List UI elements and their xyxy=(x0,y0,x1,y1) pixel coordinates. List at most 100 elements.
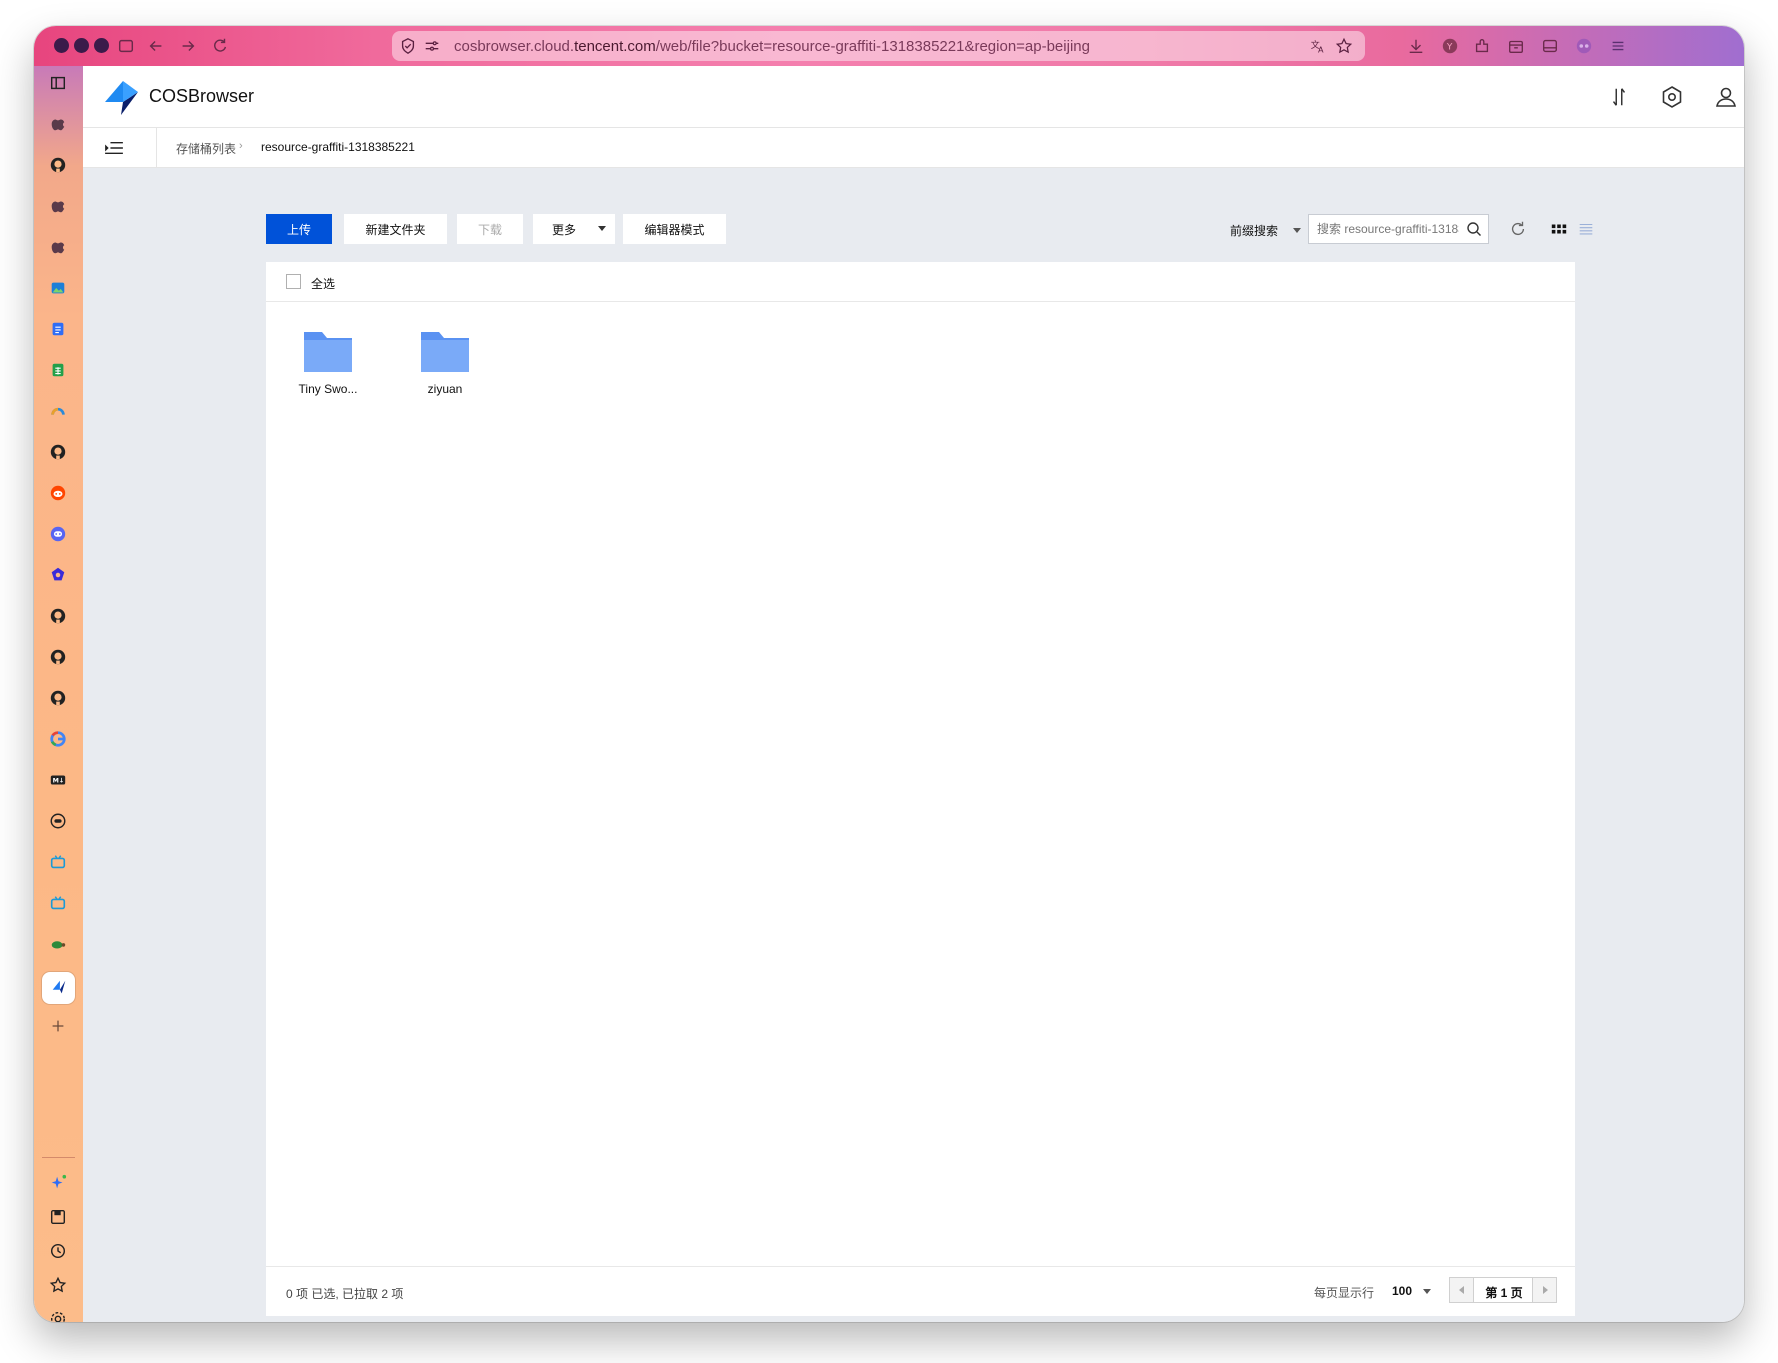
forward-icon[interactable] xyxy=(178,36,198,56)
app-header: COSBrowser xyxy=(83,66,1744,128)
profile-badge-icon[interactable]: Y xyxy=(1440,36,1460,56)
downloads-icon[interactable] xyxy=(1406,36,1426,56)
panel-header: 全选 xyxy=(266,262,1575,302)
caret-left-icon xyxy=(1458,1286,1464,1294)
site-settings-icon[interactable] xyxy=(422,36,442,56)
close-window-button[interactable] xyxy=(54,38,69,53)
page-indicator: 第 1 页 xyxy=(1485,1286,1523,1300)
svg-text:A: A xyxy=(1318,44,1324,54)
star-icon[interactable] xyxy=(48,1275,68,1295)
menu-toggle-icon[interactable] xyxy=(101,136,127,160)
transfer-icon[interactable] xyxy=(1604,82,1634,112)
refresh-icon[interactable] xyxy=(1508,219,1528,239)
reload-icon[interactable] xyxy=(210,36,230,56)
panel-icon[interactable] xyxy=(1540,36,1560,56)
app-icon[interactable] xyxy=(48,565,68,585)
caret-down-icon xyxy=(598,226,606,231)
new-folder-button[interactable]: 新建文件夹 xyxy=(344,214,447,244)
more-label: 更多 xyxy=(552,222,577,237)
turtle-icon[interactable] xyxy=(48,934,68,954)
browser-sidebar: M↓ xyxy=(34,66,83,1322)
extensions-icon[interactable] xyxy=(1472,36,1492,56)
more-dropdown[interactable]: 更多 xyxy=(533,214,615,244)
list-view-icon[interactable] xyxy=(1576,219,1596,239)
search-input[interactable] xyxy=(1309,215,1459,243)
dock-separator xyxy=(42,1157,75,1158)
breadcrumb-current-bucket: resource-graffiti-1318385221 xyxy=(261,140,415,154)
next-page-button[interactable] xyxy=(1532,1278,1556,1302)
cosbrowser-icon[interactable] xyxy=(42,972,75,1004)
apple-icon[interactable] xyxy=(48,114,68,134)
bilibili-icon[interactable] xyxy=(48,852,68,872)
back-icon[interactable] xyxy=(146,36,166,56)
grid-view-icon[interactable] xyxy=(1549,219,1569,239)
doc-icon[interactable] xyxy=(48,319,68,339)
upload-button[interactable]: 上传 xyxy=(266,214,332,244)
google-icon[interactable] xyxy=(48,729,68,749)
apple-icon[interactable] xyxy=(48,196,68,216)
shield-icon[interactable] xyxy=(398,36,418,56)
markdown-icon[interactable]: M↓ xyxy=(48,770,68,790)
address-bar[interactable]: cosbrowser.cloud.tencent.com/web/file?bu… xyxy=(392,31,1365,61)
menu-icon[interactable] xyxy=(1608,36,1628,56)
game-icon[interactable] xyxy=(48,811,68,831)
user-icon[interactable] xyxy=(1711,82,1741,112)
brand-name: COSBrowser xyxy=(149,86,255,106)
github-icon[interactable] xyxy=(48,688,68,708)
tab-overview-icon[interactable] xyxy=(116,36,136,56)
caret-right-icon xyxy=(1542,1286,1548,1294)
breadcrumb-bar: 存储桶列表 › resource-graffiti-1318385221 xyxy=(83,128,1744,168)
bilibili-icon[interactable] xyxy=(48,893,68,913)
per-page-select[interactable]: 100 xyxy=(1392,1284,1412,1298)
reddit-icon[interactable] xyxy=(48,483,68,503)
search-mode-select[interactable]: 前缀搜索 xyxy=(1230,222,1278,239)
archive-icon[interactable] xyxy=(1506,36,1526,56)
settings-icon[interactable] xyxy=(48,1309,68,1322)
chevron-right-icon: › xyxy=(239,140,243,152)
per-page-label: 每页显示行 xyxy=(1314,1286,1375,1300)
discord-icon[interactable] xyxy=(48,524,68,544)
prev-page-button[interactable] xyxy=(1450,1278,1474,1302)
browser-toolbar: cosbrowser.cloud.tencent.com/web/file?bu… xyxy=(34,26,1744,66)
image-icon[interactable] xyxy=(48,278,68,298)
search-box[interactable] xyxy=(1308,214,1489,244)
github-icon[interactable] xyxy=(48,606,68,626)
panel-footer: 0 项 已选, 已拉取 2 项 每页显示行 100 第 1 页 xyxy=(266,1266,1575,1316)
apple-icon[interactable] xyxy=(48,237,68,257)
svg-text:M↓: M↓ xyxy=(53,778,65,785)
zoom-window-button[interactable] xyxy=(94,38,109,53)
caret-down-icon[interactable] xyxy=(1293,228,1301,233)
browser-window: cosbrowser.cloud.tencent.com/web/file?bu… xyxy=(34,26,1744,1322)
sparkle-icon[interactable] xyxy=(48,1173,68,1193)
github-icon[interactable] xyxy=(48,647,68,667)
github-icon[interactable] xyxy=(48,155,68,175)
sidebar-toggle-icon[interactable] xyxy=(48,73,68,93)
select-all-label: 全选 xyxy=(311,277,336,291)
pagination: 第 1 页 xyxy=(1449,1277,1557,1303)
search-icon[interactable] xyxy=(1466,221,1482,237)
folder-item[interactable]: Tiny Swo... xyxy=(278,328,378,408)
download-button[interactable]: 下载 xyxy=(457,214,523,244)
save-icon[interactable] xyxy=(48,1207,68,1227)
minimize-window-button[interactable] xyxy=(74,38,89,53)
folder-name: ziyuan xyxy=(427,382,463,396)
arc-icon[interactable] xyxy=(48,401,68,421)
history-icon[interactable] xyxy=(48,1241,68,1261)
file-panel: 全选 Tiny Swo... ziyuan 0 项 已选, 已拉取 2 项 每页… xyxy=(266,262,1575,1316)
editor-mode-button[interactable]: 编辑器模式 xyxy=(623,214,726,244)
breadcrumb-bucket-list[interactable]: 存储桶列表 xyxy=(176,140,236,157)
sheet-icon[interactable] xyxy=(48,360,68,380)
folder-name: Tiny Swo... xyxy=(298,382,358,396)
caret-down-icon[interactable] xyxy=(1423,1289,1431,1294)
cosbrowser-logo xyxy=(105,81,138,115)
mask-icon[interactable] xyxy=(1574,36,1594,56)
settings-icon[interactable] xyxy=(1657,82,1687,112)
translate-icon[interactable]: 文A xyxy=(1308,36,1328,56)
bookmark-star-icon[interactable] xyxy=(1334,36,1354,56)
github-icon[interactable] xyxy=(48,442,68,462)
select-all-checkbox[interactable] xyxy=(286,274,301,289)
folder-icon xyxy=(304,332,352,372)
plus-icon[interactable] xyxy=(48,1016,68,1036)
selection-status: 0 项 已选, 已拉取 2 项 xyxy=(286,1287,404,1301)
folder-item[interactable]: ziyuan xyxy=(395,328,495,408)
